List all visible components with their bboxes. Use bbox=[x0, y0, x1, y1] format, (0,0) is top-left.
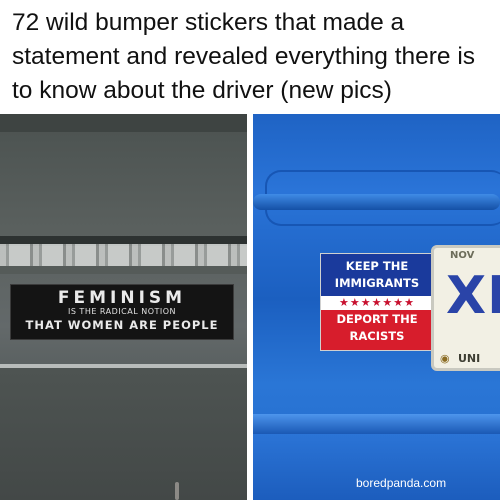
sticker-stars: ★★★★★★★ bbox=[321, 296, 433, 310]
plate-emblem-icon: ◉ bbox=[440, 353, 450, 365]
sticker-line-racists: RACISTS bbox=[349, 329, 405, 343]
feminism-sticker-photo: FEMINISM IS THE RADICAL NOTION THAT WOME… bbox=[0, 114, 247, 500]
keep-immigrants-sticker: KEEP THE IMMIGRANTS ★★★★★★★ DEPORT THE R… bbox=[320, 253, 434, 351]
plate-month-sticker: NOV bbox=[450, 250, 475, 261]
bumper-rail bbox=[0, 244, 247, 266]
headline: 72 wild bumper stickers that made a stat… bbox=[12, 9, 476, 104]
bumper-lower bbox=[253, 434, 500, 500]
sticker-line-feminism: FEMINISM bbox=[57, 288, 187, 308]
bumper-top-band bbox=[0, 114, 247, 132]
sticker-line-keep-the: KEEP THE bbox=[345, 259, 409, 273]
sticker-line-women-are-people: THAT WOMEN ARE PEOPLE bbox=[25, 318, 219, 332]
plate-characters: XD bbox=[446, 266, 500, 326]
trunk-crease bbox=[253, 194, 500, 210]
license-plate: NOV XD ◉ UNI bbox=[431, 245, 500, 371]
bumper-rail-shadow bbox=[0, 266, 247, 274]
sticker-line-deport-the: DEPORT THE bbox=[336, 312, 418, 326]
feminism-bumper-sticker: FEMINISM IS THE RADICAL NOTION THAT WOME… bbox=[10, 284, 234, 340]
immigrants-sticker-photo: KEEP THE IMMIGRANTS ★★★★★★★ DEPORT THE R… bbox=[253, 114, 500, 500]
sticker-line-immigrants: IMMIGRANTS bbox=[334, 276, 420, 290]
bumper-lower-panel bbox=[0, 368, 247, 500]
plate-bottom-text: UNI bbox=[458, 352, 481, 365]
bumper-highlight bbox=[253, 414, 500, 434]
sticker-line-radical-notion: IS THE RADICAL NOTION bbox=[67, 307, 177, 316]
source-watermark: boredpanda.com bbox=[356, 476, 447, 490]
paint-drip bbox=[175, 482, 179, 500]
